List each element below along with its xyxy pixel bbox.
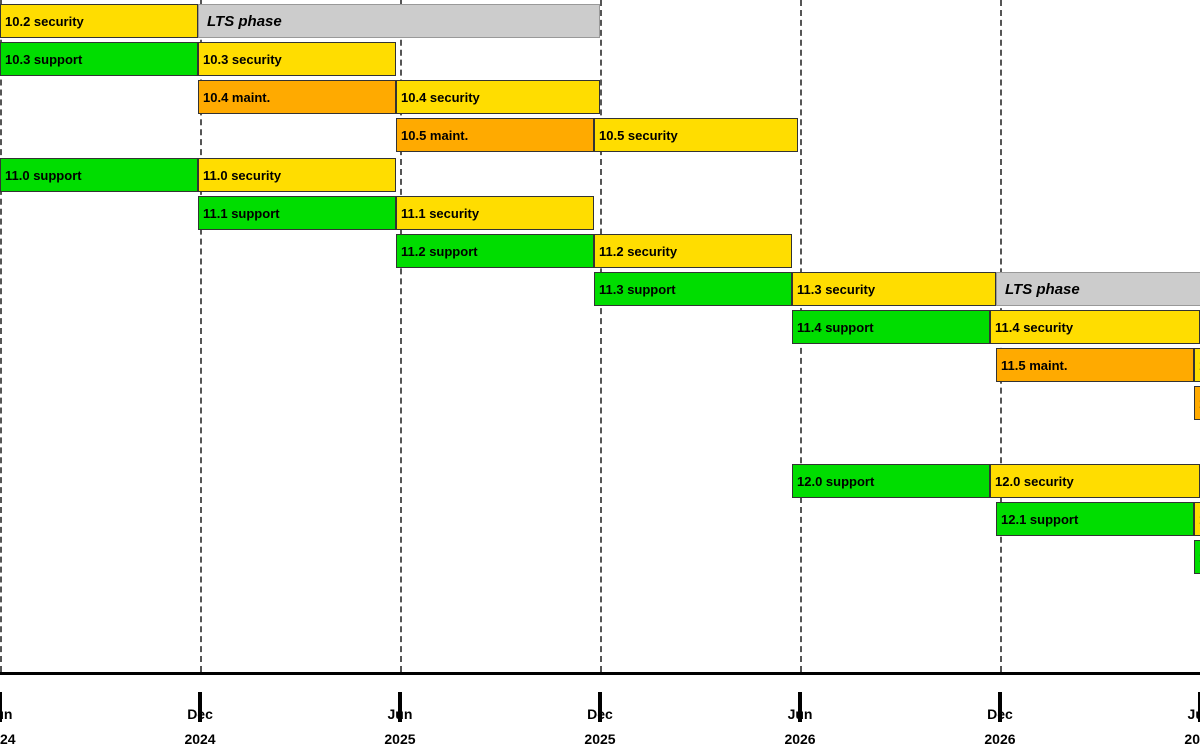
v11-4-security: 11.4 security — [990, 310, 1200, 344]
v11-2-security: 11.2 security — [594, 234, 792, 268]
v10-2-security: 10.2 security — [0, 4, 198, 38]
tick-label-month: Dec — [587, 706, 613, 722]
tick-label-month: Jun — [788, 706, 813, 722]
v12-0-security: 12.0 security — [990, 464, 1200, 498]
tick-label-year: 2026 — [784, 731, 815, 747]
v12-0-support: 12.0 support — [792, 464, 990, 498]
tick-label-year: 2024 — [0, 731, 16, 747]
v11-3-support: 11.3 support — [594, 272, 792, 306]
chart-container: 10.2 securityLTS phase10.3 support10.3 s… — [0, 0, 1200, 752]
v11-0-support: 11.0 support — [0, 158, 198, 192]
tick-label-month: Jun — [388, 706, 413, 722]
v10-2-lts: LTS phase — [198, 4, 600, 38]
tick-label-month: Jun — [0, 706, 12, 722]
axis-area: Jun 2024 Dec 2024 Jun 2025 Dec 2025 Jun 2026 Dec 20… — [0, 672, 1200, 752]
v10-4-maint: 10.4 maint. — [198, 80, 396, 114]
v10-3-security: 10.3 security — [198, 42, 396, 76]
v11-3-lts: LTS phase — [996, 272, 1200, 306]
grid-line — [600, 0, 602, 672]
v11-1-security: 11.1 security — [396, 196, 594, 230]
v11-3-security: 11.3 security — [792, 272, 996, 306]
v11-2-support: 11.2 support — [396, 234, 594, 268]
tick-label-year: 2026 — [984, 731, 1015, 747]
timeline-area: 10.2 securityLTS phase10.3 support10.3 s… — [0, 0, 1200, 672]
v10-5-maint: 10.5 maint. — [396, 118, 594, 152]
v11-1-support: 11.1 support — [198, 196, 396, 230]
tick-label-year: 2027 — [1184, 731, 1200, 747]
v10-5-security: 10.5 security — [594, 118, 798, 152]
tick-label-year: 2025 — [384, 731, 415, 747]
v11-0-security: 11.0 security — [198, 158, 396, 192]
tick-label-year: 2024 — [184, 731, 215, 747]
v11-5-maint: 11.5 maint. — [996, 348, 1194, 382]
v12-1-security: 12.1 security — [1194, 502, 1200, 536]
v12-1-support: 12.1 support — [996, 502, 1194, 536]
tick-label-month: Jun — [1188, 706, 1200, 722]
v10-4-security: 10.4 security — [396, 80, 600, 114]
v10-3-support: 10.3 support — [0, 42, 198, 76]
v11-4-support: 11.4 support — [792, 310, 990, 344]
grid-line — [0, 0, 2, 672]
v12-2-support: 12.2 support — [1194, 540, 1200, 574]
v11-6-maint: 11.6 maint. — [1194, 386, 1200, 420]
tick-label-month: Dec — [187, 706, 213, 722]
tick-label-month: Dec — [987, 706, 1013, 722]
tick-label-year: 2025 — [584, 731, 615, 747]
v11-5-security: 11.5 security — [1194, 348, 1200, 382]
